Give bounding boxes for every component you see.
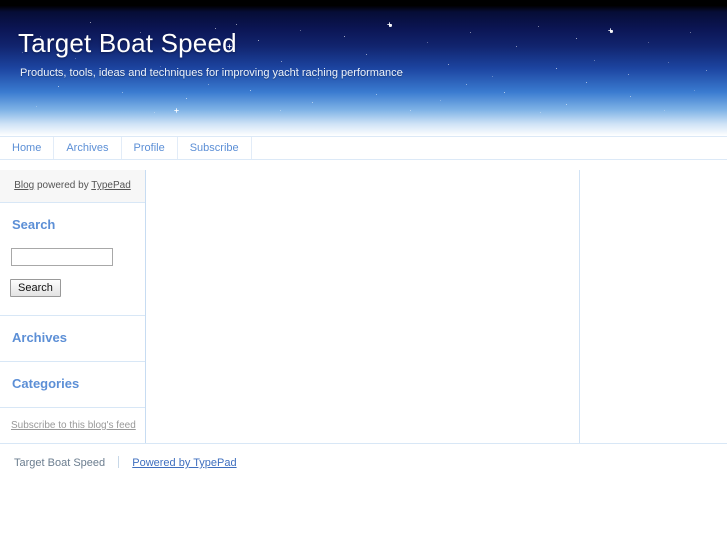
nav-link-profile[interactable]: Profile: [122, 137, 177, 159]
categories-heading[interactable]: Categories: [0, 362, 145, 391]
nav-link-archives[interactable]: Archives: [54, 137, 120, 159]
search-input[interactable]: [11, 248, 113, 266]
archives-heading[interactable]: Archives: [0, 316, 145, 345]
site-banner: Target Boat Speed Products, tools, ideas…: [0, 6, 727, 136]
sidebar: Blog powered by TypePad Search Search Ar…: [0, 170, 146, 444]
search-heading: Search: [12, 217, 56, 232]
nav-item-home[interactable]: Home: [0, 137, 55, 159]
sidebar-module-feed: Subscribe to this blog's feed: [0, 408, 145, 444]
primary-navigation: Home Archives Profile Subscribe: [0, 136, 727, 160]
powered-middle-text: powered by: [34, 180, 92, 191]
page-title: Target Boat Speed: [18, 28, 237, 58]
sidebar-module-search: Search Search: [0, 203, 145, 316]
nav-item-archives[interactable]: Archives: [54, 137, 122, 159]
search-button[interactable]: Search: [10, 279, 61, 297]
main-content-column: [147, 170, 580, 443]
content-area: Blog powered by TypePad Search Search Ar…: [0, 170, 727, 444]
nav-link-subscribe[interactable]: Subscribe: [178, 137, 251, 159]
secondary-sidebar-column: [581, 170, 727, 443]
nav-item-profile[interactable]: Profile: [122, 137, 178, 159]
sidebar-module-powered-by: Blog powered by TypePad: [0, 170, 145, 203]
footer-inner: Target Boat Speed Powered by TypePad: [0, 444, 727, 469]
footer-separator: [118, 456, 120, 468]
sidebar-module-archives: Archives: [0, 316, 145, 362]
nav-link-home[interactable]: Home: [0, 137, 53, 159]
sidebar-module-categories: Categories: [0, 362, 145, 408]
subscribe-feed-link[interactable]: Subscribe to this blog's feed: [11, 420, 136, 431]
powered-typepad-link[interactable]: TypePad: [91, 180, 130, 191]
footer-powered-by-link[interactable]: Powered by TypePad: [132, 457, 236, 469]
nav-item-subscribe[interactable]: Subscribe: [178, 137, 252, 159]
footer-site-name: Target Boat Speed: [14, 457, 106, 469]
powered-blog-link[interactable]: Blog: [14, 180, 34, 191]
nav-list: Home Archives Profile Subscribe: [0, 137, 727, 159]
site-tagline: Products, tools, ideas and techniques fo…: [20, 67, 403, 79]
site-footer: Target Boat Speed Powered by TypePad: [0, 444, 727, 545]
banner-text-block: Target Boat Speed Products, tools, ideas…: [18, 28, 403, 80]
